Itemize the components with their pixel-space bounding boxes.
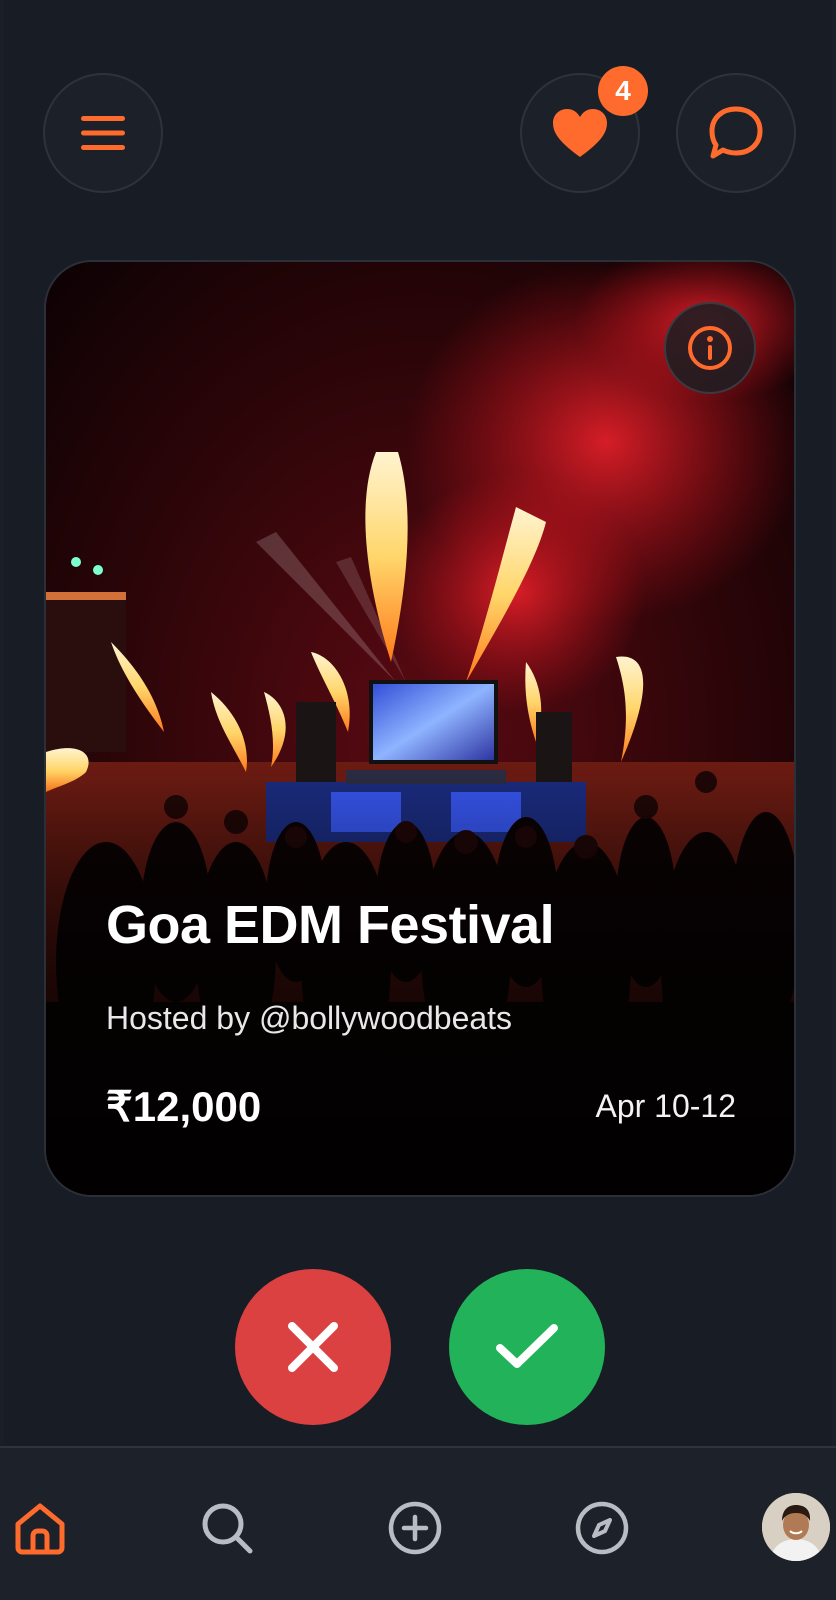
event-host: Hosted by @bollywoodbeats xyxy=(106,1000,513,1036)
nav-search[interactable] xyxy=(195,1496,259,1560)
check-icon xyxy=(496,1324,558,1368)
reject-button[interactable] xyxy=(235,1269,391,1425)
compass-icon xyxy=(575,1501,629,1555)
chat-button[interactable] xyxy=(676,73,796,193)
accept-button[interactable] xyxy=(449,1269,605,1425)
nav-home[interactable] xyxy=(8,1496,72,1560)
event-price: ₹12,000 xyxy=(106,1083,262,1130)
avatar-image xyxy=(762,1493,830,1561)
event-title: Goa EDM Festival xyxy=(106,895,555,955)
profile-avatar[interactable] xyxy=(762,1493,830,1561)
event-date: Apr 10-12 xyxy=(595,1088,736,1124)
info-icon xyxy=(688,326,732,370)
hamburger-menu-icon xyxy=(81,116,125,150)
close-icon xyxy=(288,1322,338,1372)
info-button[interactable] xyxy=(664,302,756,394)
favorites-count-badge: 4 xyxy=(598,66,648,116)
menu-button[interactable] xyxy=(43,73,163,193)
card-gradient-overlay xyxy=(46,262,794,1195)
add-circle-icon xyxy=(388,1501,442,1555)
event-card[interactable]: Goa EDM Festival Hosted by @bollywoodbea… xyxy=(44,260,796,1197)
search-icon xyxy=(202,1503,253,1554)
nav-explore[interactable] xyxy=(570,1496,634,1560)
bottom-navigation xyxy=(0,1446,836,1600)
nav-create[interactable] xyxy=(383,1496,447,1560)
heart-icon xyxy=(553,109,607,157)
chat-bubble-icon xyxy=(709,106,763,159)
home-icon xyxy=(15,1503,65,1555)
